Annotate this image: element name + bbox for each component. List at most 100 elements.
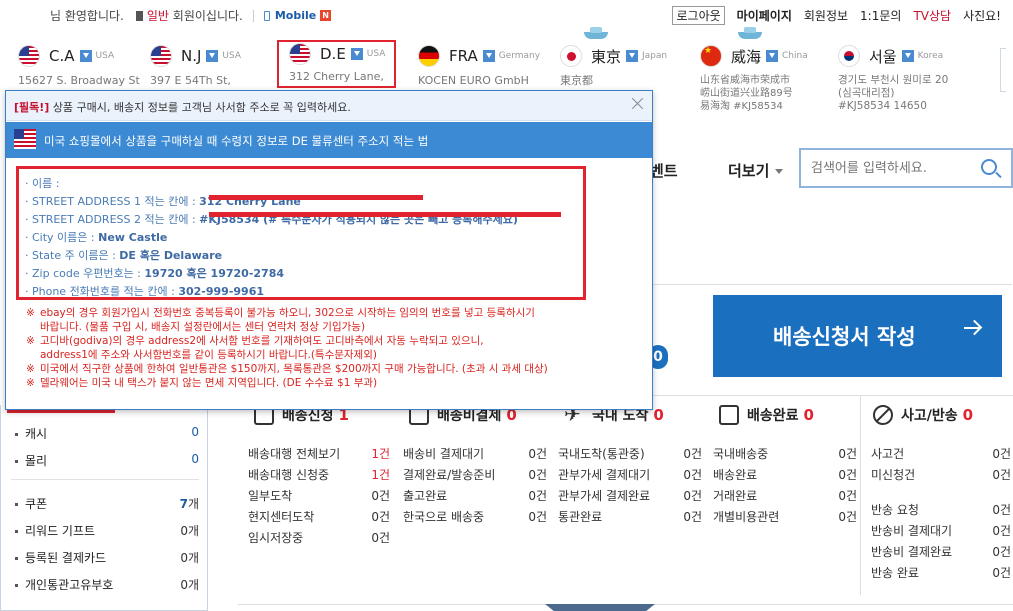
center-ca[interactable]: C.A USA 15627 S. Broadway St — [18, 44, 148, 88]
field-city: · City 이름은 : New Castle — [25, 229, 167, 245]
center-address: (심곡대리점) — [838, 87, 895, 99]
notice-text: 고디바(godiva)의 경우 address2에 사서함 번호를 기재하여도 … — [40, 335, 484, 347]
status-item[interactable]: 거래완료 0건 — [713, 487, 857, 508]
center-country: China — [782, 51, 808, 61]
status-item[interactable]: 한국으로 배송중 0건 — [403, 508, 547, 529]
tv-consult-link[interactable]: TV상담 — [913, 7, 951, 24]
center-name: C.A — [49, 47, 75, 65]
sidebar-item-cards[interactable]: 등록된 결제카드 0개 — [15, 549, 199, 566]
status-count: 0 — [653, 406, 664, 424]
status-item-label: 한국으로 배송중 — [403, 510, 485, 524]
status-item[interactable]: 반송 완료 0건 — [871, 564, 1011, 585]
status-item[interactable]: 반송 요청 0건 — [871, 501, 1011, 522]
sidebar-item-coupon[interactable]: 쿠폰 7개 — [15, 495, 199, 512]
status-item[interactable]: 결제완료/발송준비 0건 — [403, 466, 547, 487]
welcome-text: 님 환영합니다. — [50, 9, 124, 23]
status-item[interactable]: 배송완료 0건 — [713, 466, 857, 487]
status-item[interactable]: 사고건 0건 — [871, 445, 1011, 466]
scroll-tab[interactable] — [545, 604, 655, 611]
download-icon[interactable] — [79, 50, 92, 62]
divider — [652, 284, 1012, 285]
status-item[interactable]: 관부가세 결제완료 0건 — [558, 487, 702, 508]
download-icon[interactable] — [901, 50, 914, 62]
search-icon[interactable] — [981, 159, 997, 175]
inquiry-link[interactable]: 1:1문의 — [860, 7, 901, 24]
grade-suffix: 회원이십니다. — [172, 9, 243, 23]
chevron-down-icon — [775, 169, 784, 174]
status-item-label: 출고완료 — [403, 489, 448, 503]
field-label: · 이름 : — [25, 177, 60, 190]
download-icon[interactable] — [766, 50, 779, 62]
nav-more[interactable]: 더보기 — [728, 160, 784, 181]
status-item[interactable]: 국내도착(통관중) 0건 — [558, 445, 702, 466]
status-item-value: 0건 — [371, 531, 390, 545]
download-icon[interactable] — [482, 50, 495, 62]
search-input[interactable] — [811, 158, 981, 178]
status-item[interactable]: 배송비 결제대기 0건 — [403, 445, 547, 466]
sidebar-item-cash[interactable]: 캐시 0 — [15, 425, 199, 442]
nav-event[interactable]: 벤트 — [650, 160, 678, 181]
status-item[interactable]: 국내배송중 0건 — [713, 445, 857, 466]
sidebar-item-customs-code[interactable]: 개인통관고유부호 0개 — [15, 576, 199, 593]
status-item[interactable]: 임시저장중 0건 — [248, 529, 390, 550]
status-item[interactable]: 반송비 결제완료 0건 — [871, 543, 1011, 564]
status-item-label: 배송대행 전체보기 — [248, 447, 341, 461]
member-info-link[interactable]: 회원정보 — [804, 7, 848, 24]
status-item[interactable]: 통관완료 0건 — [558, 508, 702, 529]
photo-link[interactable]: 사진요! — [963, 7, 1001, 24]
sidebar-item-molly[interactable]: 몰리 0 — [15, 452, 199, 469]
center-name: D.E — [320, 45, 346, 63]
status-item[interactable]: 출고완료 0건 — [403, 487, 547, 508]
popup-header: [필독!] 상품 구매시, 배송지 정보를 고객님 사서함 주소로 꼭 입력하세… — [6, 91, 652, 121]
notice-mark: ※ — [26, 363, 35, 375]
status-item[interactable]: 미신청건 0건 — [871, 466, 1011, 487]
status-item[interactable]: 관부가세 결제대기 0건 — [558, 466, 702, 487]
status-item[interactable]: 일부도착 0건 — [248, 487, 390, 508]
center-country: Germany — [498, 51, 541, 61]
status-item-value: 1건 — [371, 447, 390, 461]
center-nj[interactable]: N.J USA 397 E 54Th St, — [150, 44, 280, 88]
center-weihai[interactable]: 威海 China 山东省威海市荣成市崂山街道兴业路89号易海淘 #KJ58534 — [700, 44, 830, 113]
center-de[interactable]: D.E USA 312 Cherry Lane, — [277, 40, 396, 88]
status-item-label: 국내배송중 — [713, 447, 769, 461]
logout-link[interactable]: 로그아웃 — [672, 6, 725, 25]
sidebar-item-reward-gift[interactable]: 리워드 기프트 0개 — [15, 522, 199, 539]
download-icon[interactable] — [626, 50, 639, 62]
field-state: · State 주 이름은 : DE 혹은 Delaware — [25, 247, 222, 263]
notice-text: address1에 주소와 사서함번호를 같이 등록하시기 바랍니다.(특수문자… — [40, 349, 377, 361]
status-item[interactable]: 반송비 결제대기 0건 — [871, 522, 1011, 543]
center-seoul[interactable]: 서울 Korea 경기도 부천시 원미로 20 (심곡대리점) #KJ58534 14… — [838, 44, 998, 113]
status-item[interactable]: 배송대행 신청중 1건 — [248, 466, 390, 487]
shipping-request-button[interactable]: 배송신청서 작성 — [713, 295, 1002, 377]
notice-item: ※ ebay의 경우 회원가입시 전화번호 중복등록이 불가능 하오니, 302으… — [26, 306, 626, 334]
status-item-value: 0건 — [992, 566, 1011, 580]
status-title[interactable]: 배송완료 — [747, 405, 799, 425]
field-label: · Phone 전화번호를 적는 칸에 : — [25, 285, 175, 298]
status-item[interactable]: 현지센터도착 0건 — [248, 508, 390, 529]
field-zip: · Zip code 우편번호는 : 19720 혹은 19720-2784 — [25, 265, 284, 281]
center-country: Korea — [917, 51, 944, 61]
mobile-link[interactable]: Mobile — [275, 9, 316, 22]
field-label: · City 이름은 : — [25, 231, 95, 244]
new-badge: N — [320, 10, 331, 21]
sidebar-item-value: 0 — [191, 425, 199, 439]
member-grade: 일반 — [146, 9, 169, 23]
mypage-link[interactable]: 마이페이지 — [737, 7, 792, 24]
redaction-mark — [209, 195, 423, 200]
status-item-value: 0건 — [992, 468, 1011, 482]
nav-more-label: 더보기 — [728, 162, 770, 180]
center-fra[interactable]: FRA Germany KOCEN EURO GmbH — [418, 44, 548, 88]
center-name: FRA — [449, 47, 478, 65]
status-title[interactable]: 사고/반송 — [901, 405, 958, 425]
status-count: 0 — [803, 406, 814, 424]
download-icon[interactable] — [350, 48, 363, 60]
download-icon[interactable] — [206, 50, 219, 62]
status-item[interactable]: 개별비용관련 0건 — [713, 508, 857, 529]
status-item-value: 0건 — [528, 447, 547, 461]
close-icon[interactable] — [630, 97, 644, 111]
grade-icon — [135, 10, 143, 21]
status-item[interactable]: 배송대행 전체보기 1건 — [248, 445, 390, 466]
usa-flag-icon — [289, 43, 311, 65]
usa-flag-icon — [150, 45, 172, 67]
center-tokyo[interactable]: 東京 Japan 東京都 — [560, 44, 690, 88]
